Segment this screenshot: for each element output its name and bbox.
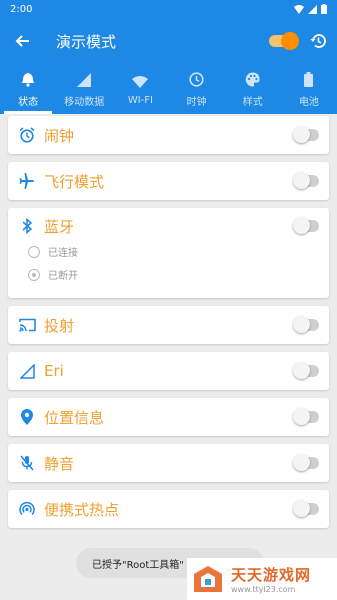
bluetooth-switch[interactable] [293,217,319,234]
tab-mobile-data[interactable]: 移动数据 [56,64,112,114]
tab-battery[interactable]: 电池 [281,64,337,114]
tab-bar: 状态 移动数据 WI-FI 时钟 样式 电池 [0,64,337,114]
item-label: 闹钟 [44,126,75,145]
item-label: 便携式热点 [44,500,120,519]
palette-icon [246,72,260,87]
cell-signal-icon [308,4,317,14]
status-icons [294,4,327,14]
item-label: 蓝牙 [44,217,75,236]
arrow-left-icon [15,35,29,47]
battery-status-icon [321,4,327,14]
item-label: 飞行模式 [44,172,105,191]
watermark: 天天游戏网 www.ttyl23.com [187,558,337,600]
status-bar: 2:00 [0,0,337,18]
hotspot-switch[interactable] [293,500,319,517]
radio-button[interactable] [28,268,40,281]
wifi-status-icon [294,4,304,14]
status-time: 2:00 [10,3,33,15]
tab-wifi[interactable]: WI-FI [112,64,168,114]
radio-button[interactable] [28,245,40,258]
signal-outline-icon [19,363,35,379]
item-alarm[interactable]: 闹钟 [8,116,329,154]
site-logo-icon [194,566,222,592]
watermark-title: 天天游戏网 [231,566,312,584]
item-mute[interactable]: 静音 [8,444,329,482]
mute-icon [20,455,34,471]
hotspot-icon [19,501,35,516]
item-eri[interactable]: Eri [8,352,329,390]
tab-clock[interactable]: 时钟 [169,64,225,114]
bluetooth-connected-option[interactable]: 已连接 [18,244,319,259]
bluetooth-disconnected-option[interactable]: 已断开 [18,267,319,282]
item-location[interactable]: 位置信息 [8,398,329,436]
item-airplane-mode[interactable]: 飞行模式 [8,162,329,200]
tab-style[interactable]: 样式 [225,64,281,114]
item-cast[interactable]: 投射 [8,306,329,344]
page-title: 演示模式 [56,32,117,51]
tab-status[interactable]: 状态 [0,64,56,114]
option-label: 已断开 [48,271,78,282]
eri-switch[interactable] [293,362,319,379]
battery-icon [304,72,314,87]
alarm-icon [19,127,35,143]
airplane-icon [19,173,34,189]
cast-icon [18,318,36,332]
cast-switch[interactable] [293,316,319,333]
item-hotspot[interactable]: 便携式热点 [8,490,329,528]
item-bluetooth[interactable]: 蓝牙 已连接 已断开 [8,208,329,298]
clock-icon [189,72,204,87]
location-switch[interactable] [293,408,319,425]
item-label: Eri [44,362,64,380]
signal-icon [77,72,92,87]
back-button[interactable] [10,29,34,53]
item-label: 投射 [44,316,75,335]
option-label: 已连接 [48,248,78,259]
wifi-icon [132,75,149,88]
app-bar: 演示模式 [0,18,337,64]
item-label: 位置信息 [44,408,105,427]
item-label: 静音 [44,454,75,473]
watermark-url: www.ttyl23.com [231,585,296,594]
demo-mode-toggle[interactable] [269,32,299,50]
bluetooth-icon [22,218,33,234]
alarm-switch[interactable] [293,126,319,143]
airplane-mode-switch[interactable] [293,172,319,189]
bell-icon [22,73,35,87]
history-icon[interactable] [309,32,327,50]
location-icon [21,409,33,425]
mute-switch[interactable] [293,454,319,471]
status-item-list: 闹钟 飞行模式 蓝牙 已连接 已断开 投射 Eri 位置信息 静音 便携式热点 [0,114,337,528]
